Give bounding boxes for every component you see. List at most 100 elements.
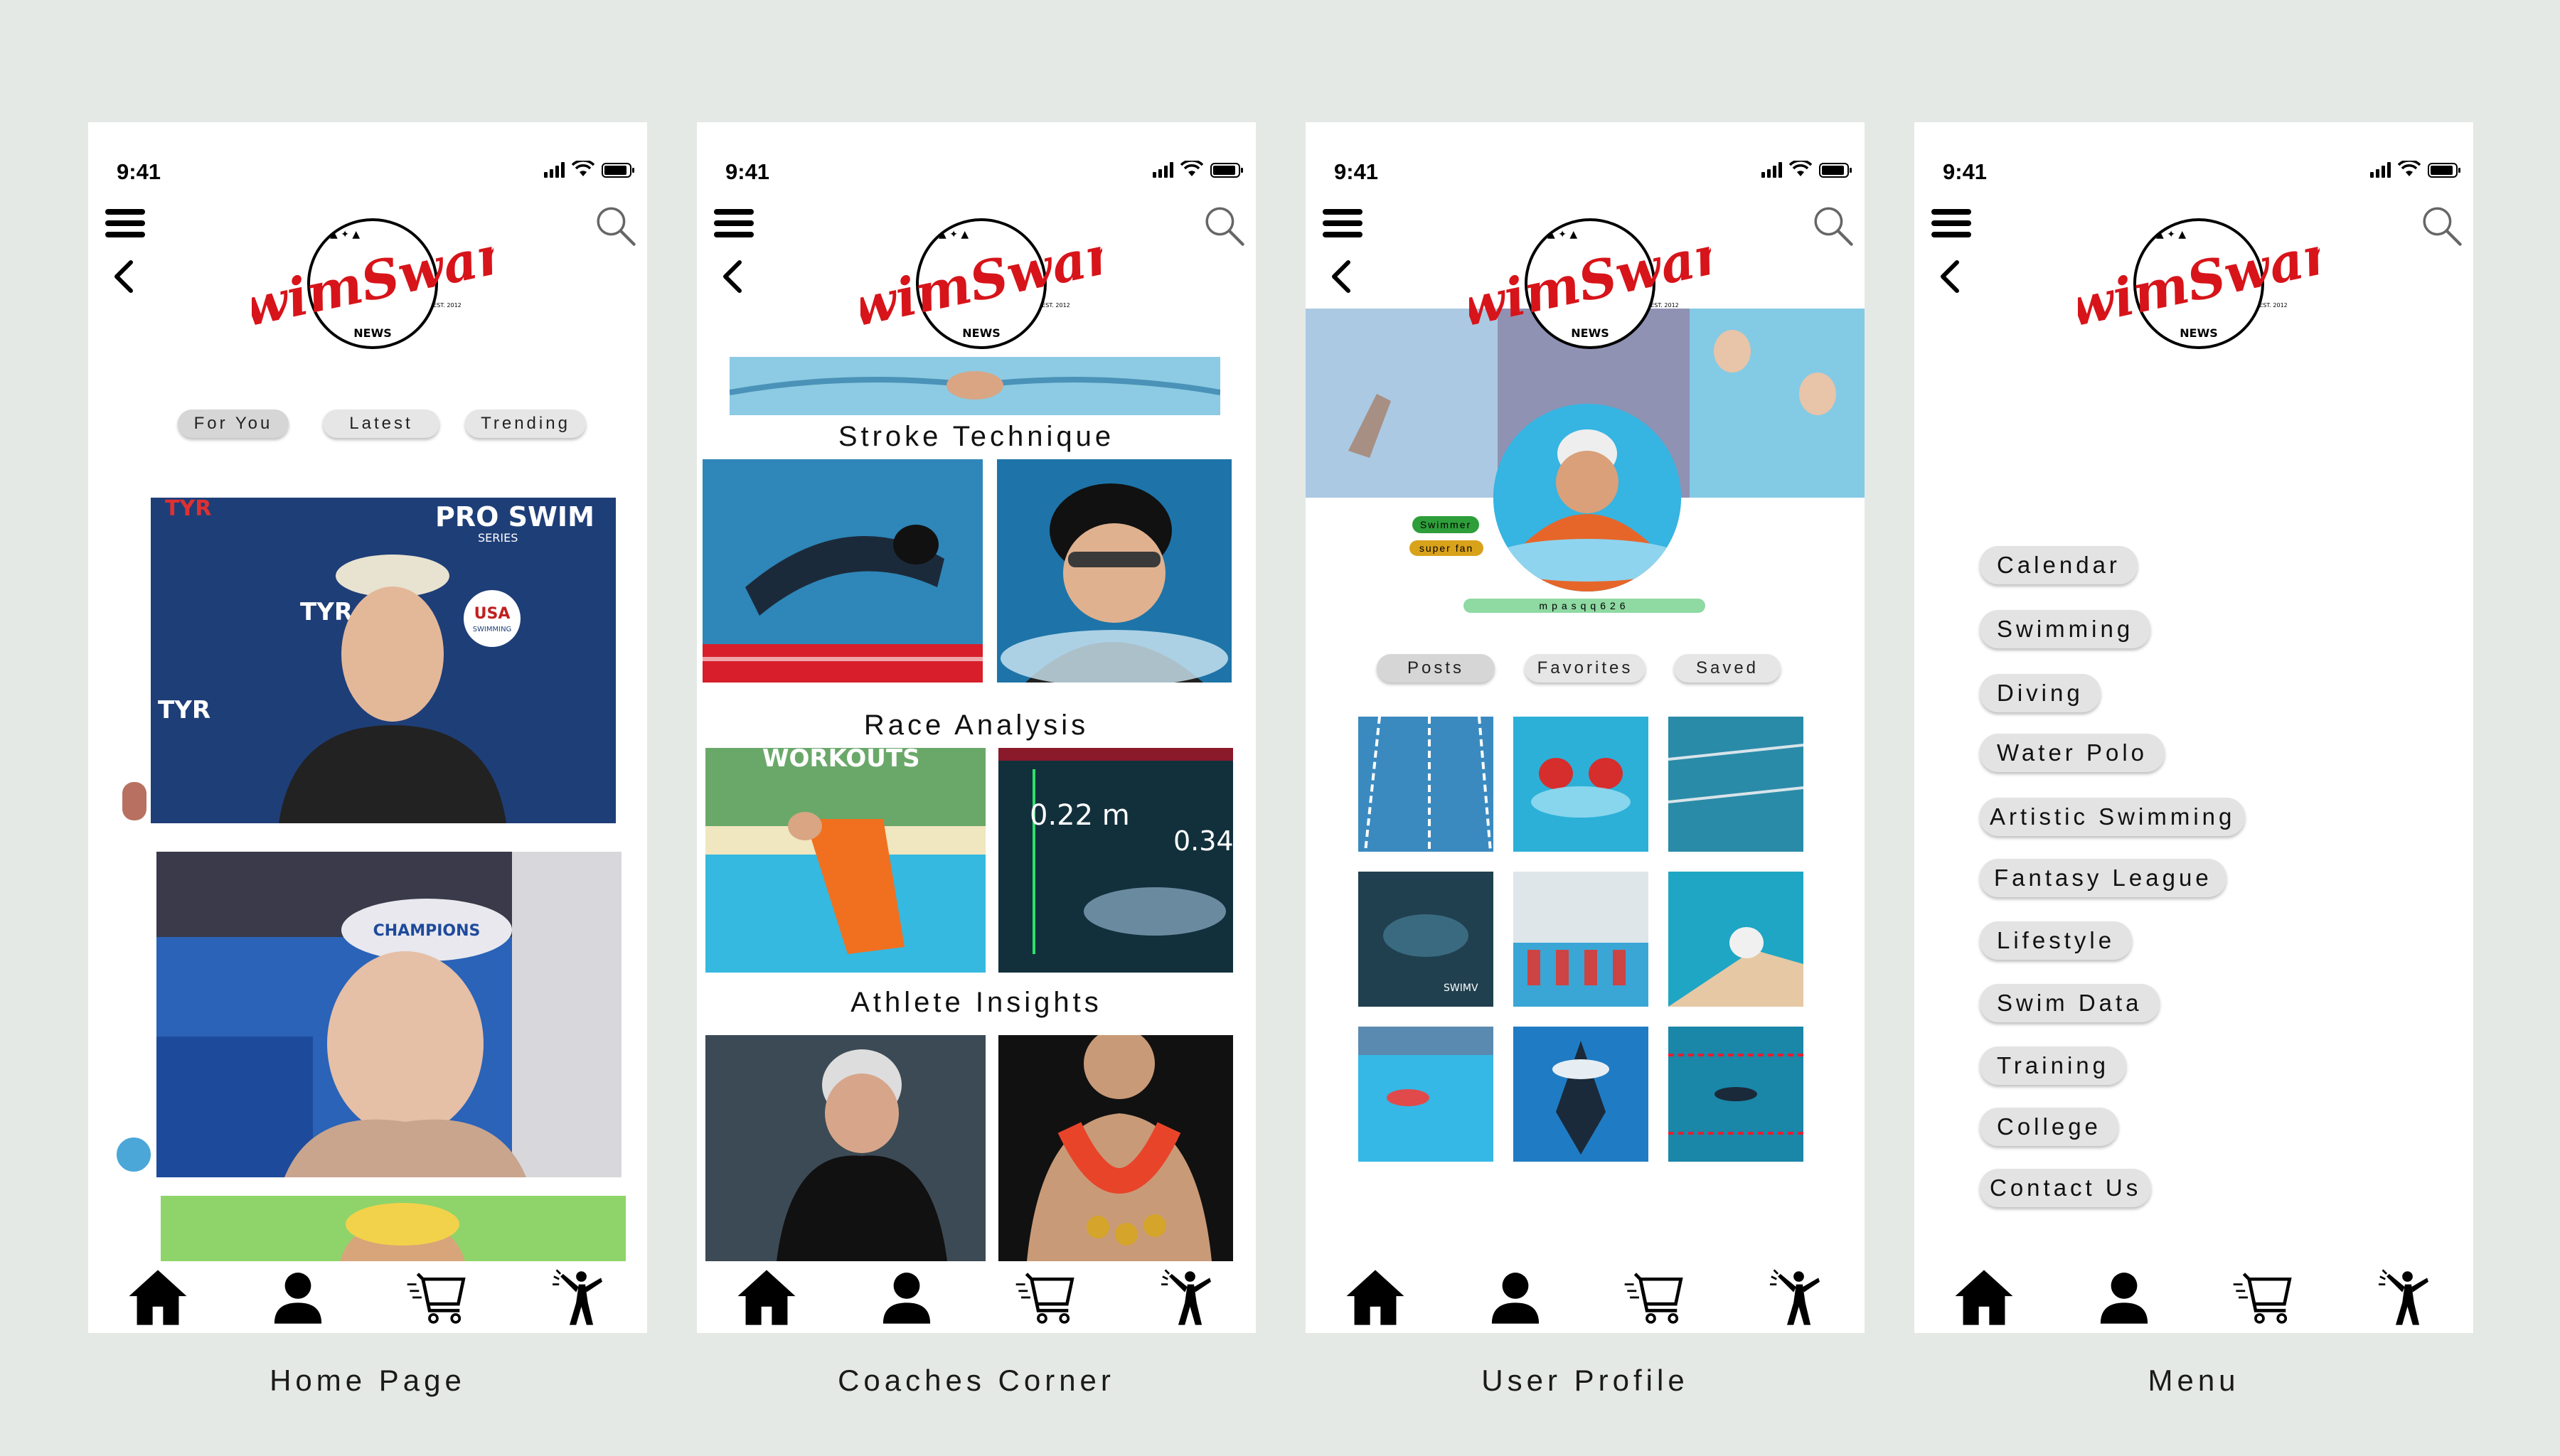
- menu-item-diving[interactable]: Diving: [1980, 674, 2101, 712]
- post-thumbnail[interactable]: [1358, 717, 1493, 852]
- post-thumbnail[interactable]: [1668, 717, 1803, 852]
- post-thumbnail[interactable]: [1513, 717, 1648, 852]
- badge-super-fan: super fan: [1409, 540, 1483, 556]
- post-thumbnail[interactable]: [1513, 1027, 1648, 1162]
- cheer-icon: [1153, 1265, 1219, 1330]
- search-icon[interactable]: [590, 200, 640, 250]
- search-icon[interactable]: [1199, 200, 1249, 250]
- race-photo-1[interactable]: WORKOUTS: [705, 748, 986, 973]
- cart-icon: [1622, 1265, 1687, 1330]
- home-screen: 9:41 ▲ ✦ ▲ SwimSwam NEWS EST. 2012 For Y…: [88, 122, 647, 1333]
- username-label: mpasqq626: [1463, 599, 1705, 613]
- feed-video-2[interactable]: CHAMPIONS: [156, 852, 622, 1177]
- bottom-nav: [1306, 1262, 1865, 1333]
- tab-trending[interactable]: Trending: [465, 410, 586, 438]
- feed-video-1[interactable]: TYR PRO SWIM SERIES TYR USA SWIMMING TYR: [151, 498, 616, 823]
- profile-avatar[interactable]: [1493, 404, 1681, 592]
- menu-item-artistic-swimming[interactable]: Artistic Swimming: [1980, 798, 2246, 836]
- nav-profile[interactable]: [1480, 1263, 1551, 1332]
- nav-cheer[interactable]: [2368, 1263, 2439, 1332]
- post-thumbnail[interactable]: SWIMV: [1358, 872, 1493, 1007]
- chevron-left-icon[interactable]: [1327, 259, 1355, 294]
- nav-cheer[interactable]: [1759, 1263, 1830, 1332]
- tab-posts[interactable]: Posts: [1377, 654, 1495, 682]
- sponsor-tyr-2: TYR: [300, 598, 353, 626]
- nav-cart[interactable]: [402, 1263, 473, 1332]
- nav-cart[interactable]: [1619, 1263, 1690, 1332]
- status-time: 9:41: [725, 159, 770, 184]
- post-thumbnail[interactable]: [1668, 872, 1803, 1007]
- race-photo-2[interactable]: 0.22 m 0.34: [998, 748, 1233, 973]
- nav-home[interactable]: [1948, 1263, 2020, 1332]
- swimswam-logo: ▲ ✦ ▲ SwimSwam NEWS EST. 2012: [2026, 216, 2364, 358]
- svg-text:▲ ✦ ▲: ▲ ✦ ▲: [1547, 229, 1577, 240]
- bottom-nav: [1914, 1262, 2473, 1333]
- feed-video-3[interactable]: [161, 1196, 626, 1261]
- menu-item-contact-us[interactable]: Contact Us: [1980, 1169, 2152, 1207]
- profile-icon: [874, 1265, 939, 1330]
- logo-news: NEWS: [1571, 326, 1609, 340]
- tab-latest[interactable]: Latest: [323, 410, 439, 438]
- stroke-photo-1[interactable]: [703, 459, 983, 682]
- menu-item-water-polo[interactable]: Water Polo: [1980, 734, 2165, 772]
- menu-item-training[interactable]: Training: [1980, 1046, 2126, 1085]
- avatar[interactable]: [114, 1135, 154, 1174]
- chevron-left-icon[interactable]: [110, 259, 138, 294]
- athlete-photo-2[interactable]: [998, 1035, 1233, 1261]
- pro-swim-text: PRO SWIM: [435, 501, 594, 532]
- status-time: 9:41: [117, 159, 161, 184]
- status-icons: [2370, 161, 2460, 178]
- nav-cart[interactable]: [2228, 1263, 2299, 1332]
- battery-icon: [2428, 163, 2460, 178]
- stroke-photo-2[interactable]: [997, 459, 1232, 682]
- tab-saved[interactable]: Saved: [1674, 654, 1781, 682]
- menu-item-swim-data[interactable]: Swim Data: [1980, 984, 2160, 1022]
- menu-item-swimming[interactable]: Swimming: [1980, 610, 2151, 648]
- logo-news: NEWS: [353, 326, 392, 340]
- profile-icon: [2091, 1265, 2157, 1330]
- swimswam-logo: ▲ ✦ ▲ SwimSwam NEWS EST. 2012: [1417, 216, 1755, 358]
- nav-cheer[interactable]: [1151, 1263, 1222, 1332]
- menu-item-fantasy-league[interactable]: Fantasy League: [1980, 859, 2226, 897]
- menu-item-calendar[interactable]: Calendar: [1980, 546, 2138, 584]
- nav-profile[interactable]: [871, 1263, 942, 1332]
- signal-icon: [544, 161, 565, 178]
- workouts-label: WORKOUTS: [762, 748, 920, 773]
- tab-favorites[interactable]: Favorites: [1525, 654, 1646, 682]
- hamburger-icon[interactable]: [1323, 209, 1362, 237]
- post-thumbnail[interactable]: [1358, 1027, 1493, 1162]
- hamburger-icon[interactable]: [1931, 209, 1971, 237]
- battery-icon: [602, 163, 634, 178]
- hero-banner[interactable]: [730, 357, 1220, 415]
- signal-icon: [2370, 161, 2391, 178]
- tab-for-you[interactable]: For You: [178, 410, 289, 438]
- wifi-icon: [572, 161, 594, 178]
- nav-profile[interactable]: [2089, 1263, 2160, 1332]
- nav-home[interactable]: [1340, 1263, 1411, 1332]
- section-title-race: Race Analysis: [863, 710, 1089, 741]
- nav-cheer[interactable]: [542, 1263, 613, 1332]
- hamburger-icon[interactable]: [714, 209, 754, 237]
- avatar[interactable]: [122, 782, 146, 820]
- home-icon: [1951, 1265, 2017, 1330]
- caption-home: Home Page: [270, 1364, 466, 1397]
- search-icon[interactable]: [2416, 200, 2466, 250]
- nav-home[interactable]: [122, 1263, 193, 1332]
- menu-item-college[interactable]: College: [1980, 1108, 2118, 1146]
- nav-cart[interactable]: [1010, 1263, 1082, 1332]
- nav-profile[interactable]: [262, 1263, 334, 1332]
- hamburger-icon[interactable]: [105, 209, 145, 237]
- swimswam-logo: ▲ ✦ ▲ SwimSwam NEWS EST. 2012: [200, 216, 538, 358]
- athlete-photo-1[interactable]: [705, 1035, 986, 1261]
- chevron-left-icon[interactable]: [718, 259, 747, 294]
- series-text: SERIES: [478, 531, 518, 545]
- chevron-left-icon[interactable]: [1936, 259, 1964, 294]
- caption-profile: User Profile: [1481, 1364, 1689, 1397]
- sponsor-tyr-3: TYR: [158, 696, 210, 724]
- search-icon[interactable]: [1808, 200, 1857, 250]
- nav-home[interactable]: [731, 1263, 802, 1332]
- post-thumbnail[interactable]: [1513, 872, 1648, 1007]
- logo-news: NEWS: [962, 326, 1001, 340]
- post-thumbnail[interactable]: [1668, 1027, 1803, 1162]
- menu-item-lifestyle[interactable]: Lifestyle: [1980, 921, 2133, 960]
